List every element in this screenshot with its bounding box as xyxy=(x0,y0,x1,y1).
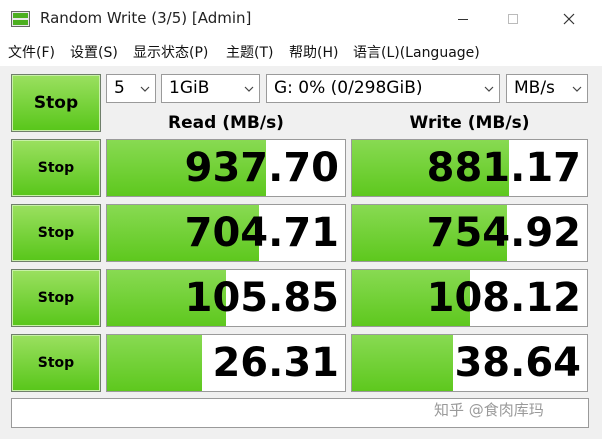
menu-help[interactable]: 帮助(H) xyxy=(289,42,338,62)
maximize-button[interactable] xyxy=(490,0,536,38)
row-4-read-value: 26.31 xyxy=(212,340,339,386)
row-3-stop-button[interactable]: Stop xyxy=(11,269,101,327)
chevron-down-icon xyxy=(483,75,495,102)
write-column-header: Write (MB/s) xyxy=(409,113,530,133)
row-4-read-bar xyxy=(107,335,203,391)
stop-all-button[interactable]: Stop xyxy=(11,74,101,132)
app-disk-icon xyxy=(11,11,30,27)
menu-settings[interactable]: 设置(S) xyxy=(70,42,118,62)
row-3-read-cell: 105.85 xyxy=(106,269,346,327)
minimize-icon xyxy=(458,19,468,20)
chevron-down-icon xyxy=(139,75,151,102)
row-4-read-cell: 26.31 xyxy=(106,334,346,392)
test-size-value: 1GiB xyxy=(169,78,210,98)
row-4-write-value: 38.64 xyxy=(454,340,581,386)
row-4-write-cell: 38.64 xyxy=(351,334,588,392)
close-button[interactable] xyxy=(546,0,592,38)
row-3-write-cell: 108.12 xyxy=(351,269,588,327)
row-1-read-cell: 937.70 xyxy=(106,139,346,197)
menu-language[interactable]: 语言(L)(Language) xyxy=(353,42,480,62)
watermark-text: 知乎 @食肉库玛 xyxy=(434,401,544,419)
row-4-stop-button[interactable]: Stop xyxy=(11,334,101,392)
test-count-value: 5 xyxy=(114,78,125,98)
row-1-write-value: 881.17 xyxy=(426,145,581,191)
read-column-header: Read (MB/s) xyxy=(168,113,284,133)
row-2-write-value: 754.92 xyxy=(426,210,581,256)
menu-display[interactable]: 显示状态(P) xyxy=(133,42,208,62)
row-2-write-cell: 754.92 xyxy=(351,204,588,262)
row-2-read-value: 704.71 xyxy=(184,210,339,256)
unit-select[interactable]: MB/s xyxy=(506,74,588,103)
title-bar: Random Write (3/5) [Admin] xyxy=(0,0,602,38)
row-2-read-cell: 704.71 xyxy=(106,204,346,262)
chevron-down-icon xyxy=(571,75,583,102)
row-1-read-value: 937.70 xyxy=(184,145,339,191)
row-3-write-value: 108.12 xyxy=(426,275,581,321)
maximize-icon xyxy=(508,14,518,24)
menu-file[interactable]: 文件(F) xyxy=(8,42,55,62)
menu-theme[interactable]: 主题(T) xyxy=(226,42,273,62)
row-1-write-cell: 881.17 xyxy=(351,139,588,197)
close-icon xyxy=(563,13,575,25)
chevron-down-icon xyxy=(243,75,255,102)
row-1-stop-button[interactable]: Stop xyxy=(11,139,101,197)
minimize-button[interactable] xyxy=(440,0,486,38)
drive-value: G: 0% (0/298GiB) xyxy=(274,78,423,98)
menu-bar: 文件(F) 设置(S) 显示状态(P) 主题(T) 帮助(H) 语言(L)(La… xyxy=(0,38,602,64)
window-title: Random Write (3/5) [Admin] xyxy=(40,9,252,27)
unit-value: MB/s xyxy=(514,78,555,98)
test-count-select[interactable]: 5 xyxy=(106,74,156,103)
drive-select[interactable]: G: 0% (0/298GiB) xyxy=(266,74,500,103)
row-2-stop-button[interactable]: Stop xyxy=(11,204,101,262)
row-3-read-value: 105.85 xyxy=(184,275,339,321)
row-4-write-bar xyxy=(352,335,454,391)
test-size-select[interactable]: 1GiB xyxy=(161,74,260,103)
